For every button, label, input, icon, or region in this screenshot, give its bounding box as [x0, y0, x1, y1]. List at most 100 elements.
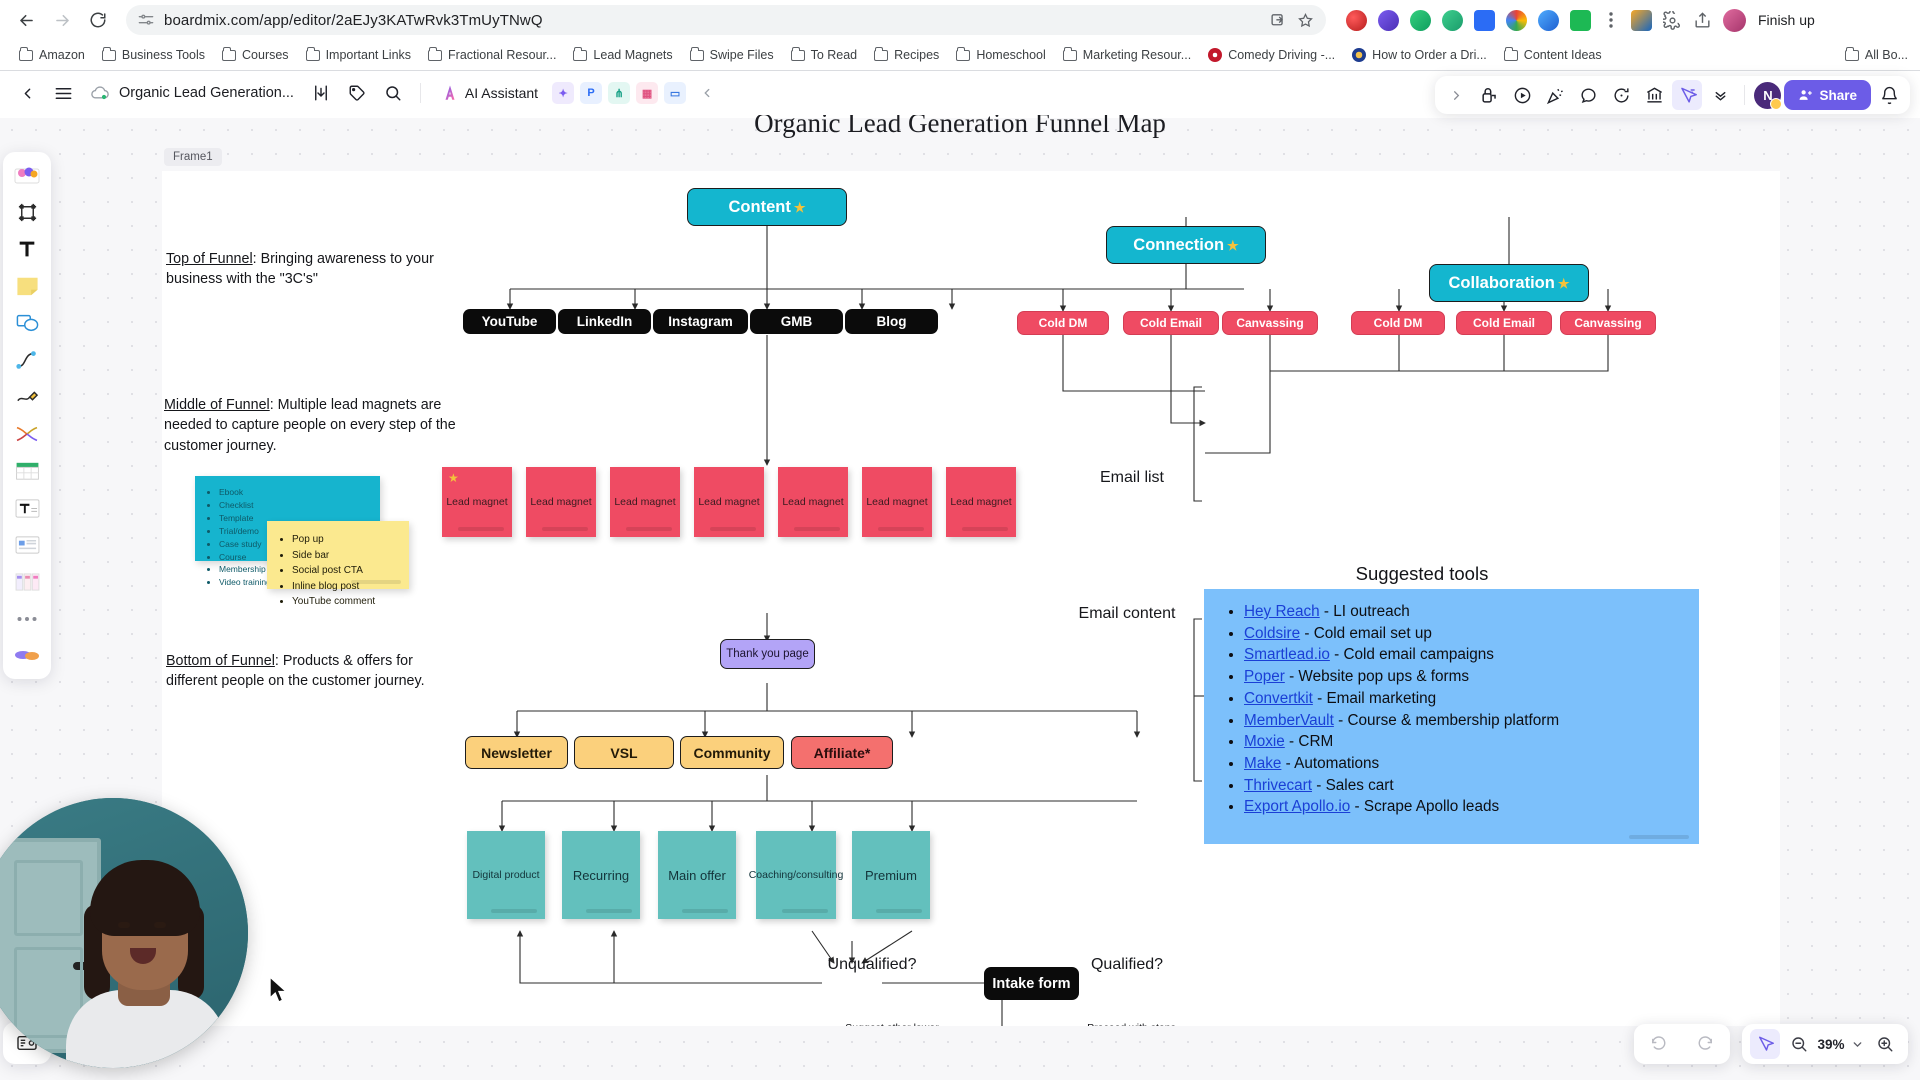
- extension-icon-1[interactable]: [1346, 9, 1367, 31]
- bookmark-item[interactable]: Swipe Files: [683, 45, 781, 65]
- connection-cold-email[interactable]: Cold Email: [1123, 311, 1219, 335]
- finish-update-label[interactable]: Finish up: [1754, 12, 1815, 28]
- cursor-select-icon[interactable]: [1750, 1029, 1780, 1059]
- search-icon[interactable]: [378, 78, 408, 108]
- share-button[interactable]: Share: [1784, 80, 1871, 110]
- nurture-community[interactable]: Community: [680, 736, 784, 769]
- address-bar[interactable]: boardmix.com/app/editor/2aEJy3KATwRvk3Tm…: [126, 5, 1326, 35]
- bookmark-item[interactable]: Lead Magnets: [566, 45, 679, 65]
- presentation-app-icon[interactable]: P: [580, 82, 603, 104]
- bookmark-item[interactable]: To Read: [784, 45, 865, 65]
- bookmark-item[interactable]: Marketing Resour...: [1056, 45, 1198, 65]
- channel-blog[interactable]: Blog: [845, 309, 938, 334]
- extension-icon-2[interactable]: [1378, 9, 1399, 31]
- mindmap-icon[interactable]: [10, 419, 44, 449]
- timer-icon[interactable]: [1606, 80, 1636, 110]
- bookmark-item[interactable]: Amazon: [12, 45, 92, 65]
- lead-magnet-sticky[interactable]: Lead magnet: [946, 467, 1016, 537]
- lead-magnet-sticky[interactable]: Lead magnet: [862, 467, 932, 537]
- chevron-down-icon[interactable]: [1848, 1029, 1866, 1059]
- present-play-icon[interactable]: [1507, 80, 1537, 110]
- ai-magic-icon[interactable]: [10, 641, 44, 671]
- bookmark-item[interactable]: Important Links: [299, 45, 418, 65]
- tool-link[interactable]: Coldsire: [1244, 625, 1300, 642]
- hamburger-menu-icon[interactable]: [48, 78, 78, 108]
- tool-link[interactable]: Export Apollo.io: [1244, 798, 1350, 815]
- connection-cold-dm[interactable]: Cold DM: [1017, 311, 1109, 335]
- thank-you-page-node[interactable]: Thank you page: [720, 639, 815, 669]
- lock-icon[interactable]: [1474, 80, 1504, 110]
- channel-gmb[interactable]: GMB: [750, 309, 843, 334]
- forward-arrow-icon[interactable]: [48, 6, 76, 34]
- pen-draw-icon[interactable]: [10, 382, 44, 412]
- extension-icon-5[interactable]: [1474, 9, 1495, 31]
- install-app-icon[interactable]: [1270, 12, 1287, 29]
- bookmark-item[interactable]: Homeschool: [949, 45, 1052, 65]
- channel-linkedin[interactable]: LinkedIn: [558, 309, 651, 334]
- suggested-tools-box[interactable]: Hey Reach - LI outreach Coldsire - Cold …: [1204, 589, 1699, 844]
- lead-magnet-sticky[interactable]: ★ Lead magnet: [442, 467, 512, 537]
- gear-icon[interactable]: [1663, 10, 1682, 30]
- table-app-icon[interactable]: ▦: [636, 82, 659, 104]
- tool-link[interactable]: Thrivecart: [1244, 777, 1312, 794]
- offer-sticky[interactable]: Main offer: [658, 831, 736, 919]
- lead-magnet-sticky[interactable]: Lead magnet: [610, 467, 680, 537]
- lead-magnet-sticky[interactable]: Lead magnet: [694, 467, 764, 537]
- bookmark-item[interactable]: Business Tools: [95, 45, 212, 65]
- board-frame[interactable]: Top of Funnel: Bringing awareness to you…: [162, 171, 1780, 1026]
- lead-magnet-sticky[interactable]: Lead magnet: [526, 467, 596, 537]
- frame-icon[interactable]: [10, 197, 44, 227]
- tool-link[interactable]: Poper: [1244, 668, 1285, 685]
- zoom-in-icon[interactable]: [1870, 1029, 1900, 1059]
- bookmark-item[interactable]: Comedy Driving -...: [1201, 45, 1342, 65]
- bookmark-item[interactable]: How to Order a Dri...: [1345, 45, 1494, 65]
- bell-icon[interactable]: [1874, 80, 1904, 110]
- all-bookmarks-button[interactable]: All Bo...: [1844, 47, 1908, 62]
- text-box-icon[interactable]: [10, 493, 44, 523]
- template-icon[interactable]: [10, 160, 44, 190]
- collaboration-cold-dm[interactable]: Cold DM: [1351, 311, 1445, 335]
- table-icon[interactable]: [10, 456, 44, 486]
- sparkle-app-icon[interactable]: ✦: [552, 82, 575, 104]
- collaboration-canvassing[interactable]: Canvassing: [1560, 311, 1656, 335]
- reload-icon[interactable]: [84, 6, 112, 34]
- nurture-newsletter[interactable]: Newsletter: [465, 736, 568, 769]
- profile-avatar-icon[interactable]: [1723, 8, 1746, 32]
- chevron-left-icon[interactable]: [12, 78, 42, 108]
- more-extensions-icon[interactable]: [1602, 6, 1620, 34]
- zoom-out-icon[interactable]: [1784, 1029, 1814, 1059]
- sticky-note-icon[interactable]: [10, 271, 44, 301]
- chevron-right-icon[interactable]: [1441, 80, 1471, 110]
- channel-instagram[interactable]: Instagram: [653, 309, 748, 334]
- tool-link[interactable]: Moxie: [1244, 733, 1285, 750]
- tool-link[interactable]: Make: [1244, 755, 1281, 772]
- offer-sticky[interactable]: Digital product: [467, 831, 545, 919]
- shapes-icon[interactable]: [10, 308, 44, 338]
- nurture-vsl[interactable]: VSL: [574, 736, 674, 769]
- offer-sticky[interactable]: Premium: [852, 831, 930, 919]
- extension-icon-3[interactable]: [1410, 9, 1431, 31]
- bookmark-item[interactable]: Recipes: [867, 45, 946, 65]
- pillar-connection[interactable]: Connection ★: [1106, 226, 1266, 264]
- offer-sticky[interactable]: Coaching/consulting: [749, 831, 843, 919]
- document-chip[interactable]: Organic Lead Generation...: [84, 85, 300, 101]
- connection-canvassing[interactable]: Canvassing: [1222, 311, 1318, 335]
- tool-link[interactable]: Convertkit: [1244, 690, 1313, 707]
- zoom-level-label[interactable]: 39%: [1817, 1037, 1844, 1052]
- tool-link[interactable]: Hey Reach: [1244, 603, 1320, 620]
- bookmark-item[interactable]: Content Ideas: [1497, 45, 1609, 65]
- kanban-icon[interactable]: [10, 567, 44, 597]
- extension-icon-6[interactable]: [1506, 9, 1527, 31]
- webcam-bubble[interactable]: [0, 798, 248, 1068]
- bookmark-star-icon[interactable]: [1297, 12, 1314, 29]
- sales-step-intake-form[interactable]: Intake form: [984, 967, 1079, 1000]
- extension-icon-7[interactable]: [1538, 9, 1559, 31]
- pillar-collaboration[interactable]: Collaboration ★: [1429, 264, 1589, 302]
- card-icon[interactable]: [10, 530, 44, 560]
- extension-icon-8[interactable]: [1570, 9, 1591, 31]
- bookmark-item[interactable]: Fractional Resour...: [421, 45, 563, 65]
- avatar[interactable]: N: [1754, 81, 1783, 110]
- cursor-select-icon[interactable]: [1672, 80, 1703, 110]
- tool-link[interactable]: Smartlead.io: [1244, 646, 1330, 663]
- tune-icon[interactable]: [138, 12, 154, 28]
